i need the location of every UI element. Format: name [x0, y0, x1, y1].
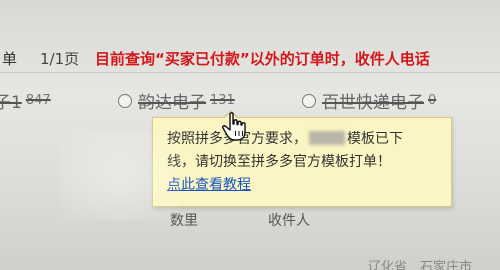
template-option-3[interactable]: 百世快递电子 0: [302, 88, 436, 113]
table-header: 数里 收件人: [0, 210, 500, 230]
hand-pointer-icon: [222, 112, 246, 141]
tutorial-link[interactable]: 点此查看教程: [167, 177, 251, 193]
column-recipient[interactable]: 收件人: [268, 210, 310, 230]
cell-city: 石家庄市: [420, 260, 473, 270]
cell-province: 辽化省: [368, 260, 408, 270]
template-label: 韵达电子: [138, 93, 206, 113]
toolbar: 单 1/1页 目前查询“买家已付款”以外的订单时，收件人电话: [0, 48, 500, 70]
template-option-2[interactable]: 韵达电子 131: [118, 88, 235, 113]
order-label: 单: [2, 50, 18, 68]
radio-button-icon[interactable]: [302, 93, 316, 108]
notice-text: 目前查询“买家已付款”以外的订单时，收件人电话: [95, 50, 430, 68]
tooltip-line-2: 线，请切换至拼多多官方模板打单！: [167, 154, 391, 170]
template-count: 847: [25, 93, 51, 108]
radio-button-icon[interactable]: [118, 93, 132, 108]
tooltip-line1-post: 模板已下: [347, 131, 403, 147]
table-row-partial: 辽化省 石家庄市: [0, 256, 500, 270]
column-quantity[interactable]: 数里: [170, 210, 198, 230]
template-option-1[interactable]: 子1 847: [0, 88, 51, 113]
redacted-block: [309, 131, 345, 145]
template-label: 百世快递电子: [322, 93, 424, 113]
template-options: 子1 847 韵达电子 131 百世快递电子 0: [0, 88, 500, 118]
page-info: 1/1页: [40, 50, 80, 68]
template-offline-tooltip: 按照拼多多官方要求，模板已下 线，请切换至拼多多官方模板打单！ 点此查看教程: [152, 110, 452, 207]
template-count: 131: [210, 93, 235, 108]
template-count: 0: [428, 93, 437, 108]
tooltip-line-1: 按照拼多多官方要求，模板已下: [167, 128, 439, 151]
order-print-screen: 单 1/1页 目前查询“买家已付款”以外的订单时，收件人电话 子1 847 韵达…: [0, 0, 500, 270]
divider: [0, 72, 500, 73]
template-label: 子1: [0, 93, 22, 113]
